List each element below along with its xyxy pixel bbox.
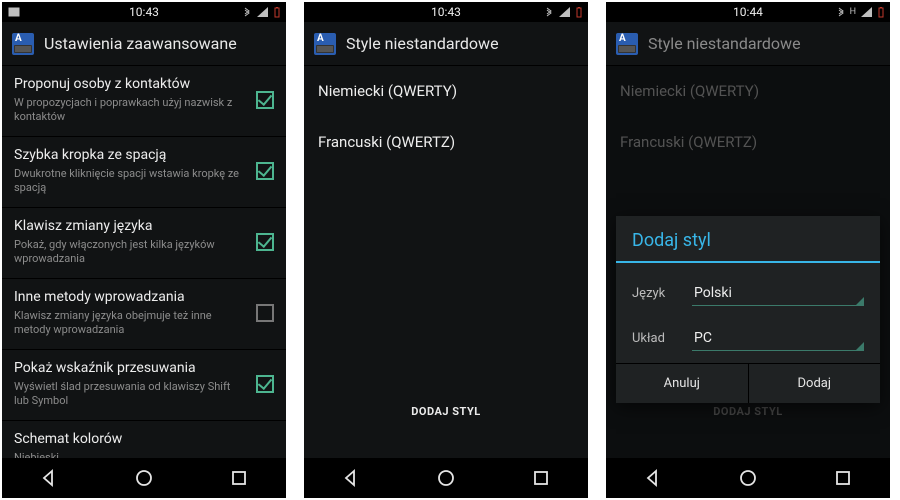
- header-title: Ustawienia zaawansowane: [44, 34, 237, 53]
- home-button[interactable]: [131, 465, 157, 491]
- style-item[interactable]: Francuski (QWERTZ): [304, 117, 588, 168]
- add-style-dialog: Dodaj styl Język Polski Układ PC Anuluj …: [616, 216, 880, 403]
- bluetooth-icon: [242, 6, 252, 18]
- settings-row[interactable]: Szybka kropka ze spacją Dwukrotne kliknię…: [2, 137, 286, 208]
- recents-button[interactable]: [528, 465, 554, 491]
- dialog-title: Dodaj styl: [616, 216, 880, 261]
- back-button[interactable]: [338, 465, 364, 491]
- row-title: Inne metody wprowadzania: [14, 289, 248, 307]
- bluetooth-icon: [836, 6, 846, 18]
- style-label: Niemiecki (QWERTY): [318, 82, 457, 101]
- screen-header: Ustawienia zaawansowane: [2, 22, 286, 66]
- phone-add-style-dialog: 10:44 H Style niestandardowe Niemiecki (…: [606, 2, 890, 498]
- battery-icon: [274, 6, 280, 18]
- settings-row[interactable]: Inne metody wprowadzania Klawisz zmiany j…: [2, 279, 286, 350]
- row-title: Szybka kropka ze spacją: [14, 147, 248, 165]
- row-subtitle: W propozycjach i poprawkach użyj nazwisk…: [14, 96, 248, 125]
- row-title: Klawisz zmiany języka: [14, 218, 248, 236]
- row-subtitle: Wyświetl ślad przesuwania od klawiszy Sh…: [14, 380, 248, 409]
- header-title: Style niestandardowe: [346, 34, 499, 53]
- row-subtitle: Pokaż, gdy włączonych jest kilka języków…: [14, 238, 248, 267]
- settings-row[interactable]: Klawisz zmiany języka Pokaż, gdy włączony…: [2, 208, 286, 279]
- checkbox[interactable]: [256, 91, 274, 109]
- row-title: Pokaż wskaźnik przesuwania: [14, 360, 248, 378]
- phone-advanced-settings: 10:43 Ustawienia zaawansowane Proponuj o…: [2, 2, 286, 498]
- row-subtitle: Dwukrotne kliknięcie spacji wstawia krop…: [14, 167, 248, 196]
- language-spinner[interactable]: Polski: [692, 281, 864, 306]
- home-button[interactable]: [433, 465, 459, 491]
- styles-list: Niemiecki (QWERTY)Francuski (QWERTZ) DOD…: [606, 66, 890, 458]
- divider: [616, 261, 880, 263]
- back-button[interactable]: [640, 465, 666, 491]
- checkbox[interactable]: [256, 304, 274, 322]
- keyboard-app-icon: [12, 33, 34, 55]
- layout-label: Układ: [632, 331, 678, 346]
- home-button[interactable]: [735, 465, 761, 491]
- battery-icon: [878, 6, 884, 18]
- screen-header: Style niestandardowe: [304, 22, 588, 66]
- language-label: Język: [632, 286, 678, 301]
- status-bar: 10:43: [2, 2, 286, 22]
- row-subtitle: Klawisz zmiany języka obejmuje też inne …: [14, 309, 248, 338]
- recents-button[interactable]: [226, 465, 252, 491]
- signal-icon: [860, 6, 874, 18]
- nav-bar: [606, 458, 890, 498]
- style-label: Francuski (QWERTZ): [318, 133, 455, 152]
- settings-row[interactable]: Proponuj osoby z kontaktów W propozycjach…: [2, 66, 286, 137]
- cancel-button[interactable]: Anuluj: [616, 364, 748, 403]
- network-type-icon: H: [850, 7, 856, 17]
- settings-row[interactable]: Schemat kolorów Niebieski: [2, 421, 286, 458]
- checkbox[interactable]: [256, 375, 274, 393]
- nav-bar: [304, 458, 588, 498]
- add-button[interactable]: Dodaj: [748, 364, 881, 403]
- checkbox[interactable]: [256, 233, 274, 251]
- checkbox[interactable]: [256, 162, 274, 180]
- keyboard-app-icon: [616, 33, 638, 55]
- screen-header: Style niestandardowe: [606, 22, 890, 66]
- status-bar: 10:43: [304, 2, 588, 22]
- add-style-button[interactable]: DODAJ STYL: [304, 405, 588, 418]
- back-button[interactable]: [36, 465, 62, 491]
- keyboard-app-icon: [314, 33, 336, 55]
- signal-icon: [256, 6, 270, 18]
- header-title: Style niestandardowe: [648, 34, 801, 53]
- style-item[interactable]: Niemiecki (QWERTY): [304, 66, 588, 117]
- battery-icon: [576, 6, 582, 18]
- bluetooth-icon: [544, 6, 554, 18]
- settings-list[interactable]: Proponuj osoby z kontaktów W propozycjach…: [2, 66, 286, 458]
- settings-row[interactable]: Pokaż wskaźnik przesuwania Wyświetl ślad …: [2, 350, 286, 421]
- row-title: Schemat kolorów: [14, 431, 274, 449]
- layout-spinner[interactable]: PC: [692, 326, 864, 351]
- row-subtitle: Niebieski: [14, 451, 274, 458]
- styles-list[interactable]: Niemiecki (QWERTY) Francuski (QWERTZ) DOD…: [304, 66, 588, 458]
- row-title: Proponuj osoby z kontaktów: [14, 76, 248, 94]
- signal-icon: [558, 6, 572, 18]
- image-icon: [8, 6, 20, 18]
- nav-bar: [2, 458, 286, 498]
- recents-button[interactable]: [830, 465, 856, 491]
- phone-custom-styles: 10:43 Style niestandardowe Niemiecki (QW…: [304, 2, 588, 498]
- status-bar: 10:44 H: [606, 2, 890, 22]
